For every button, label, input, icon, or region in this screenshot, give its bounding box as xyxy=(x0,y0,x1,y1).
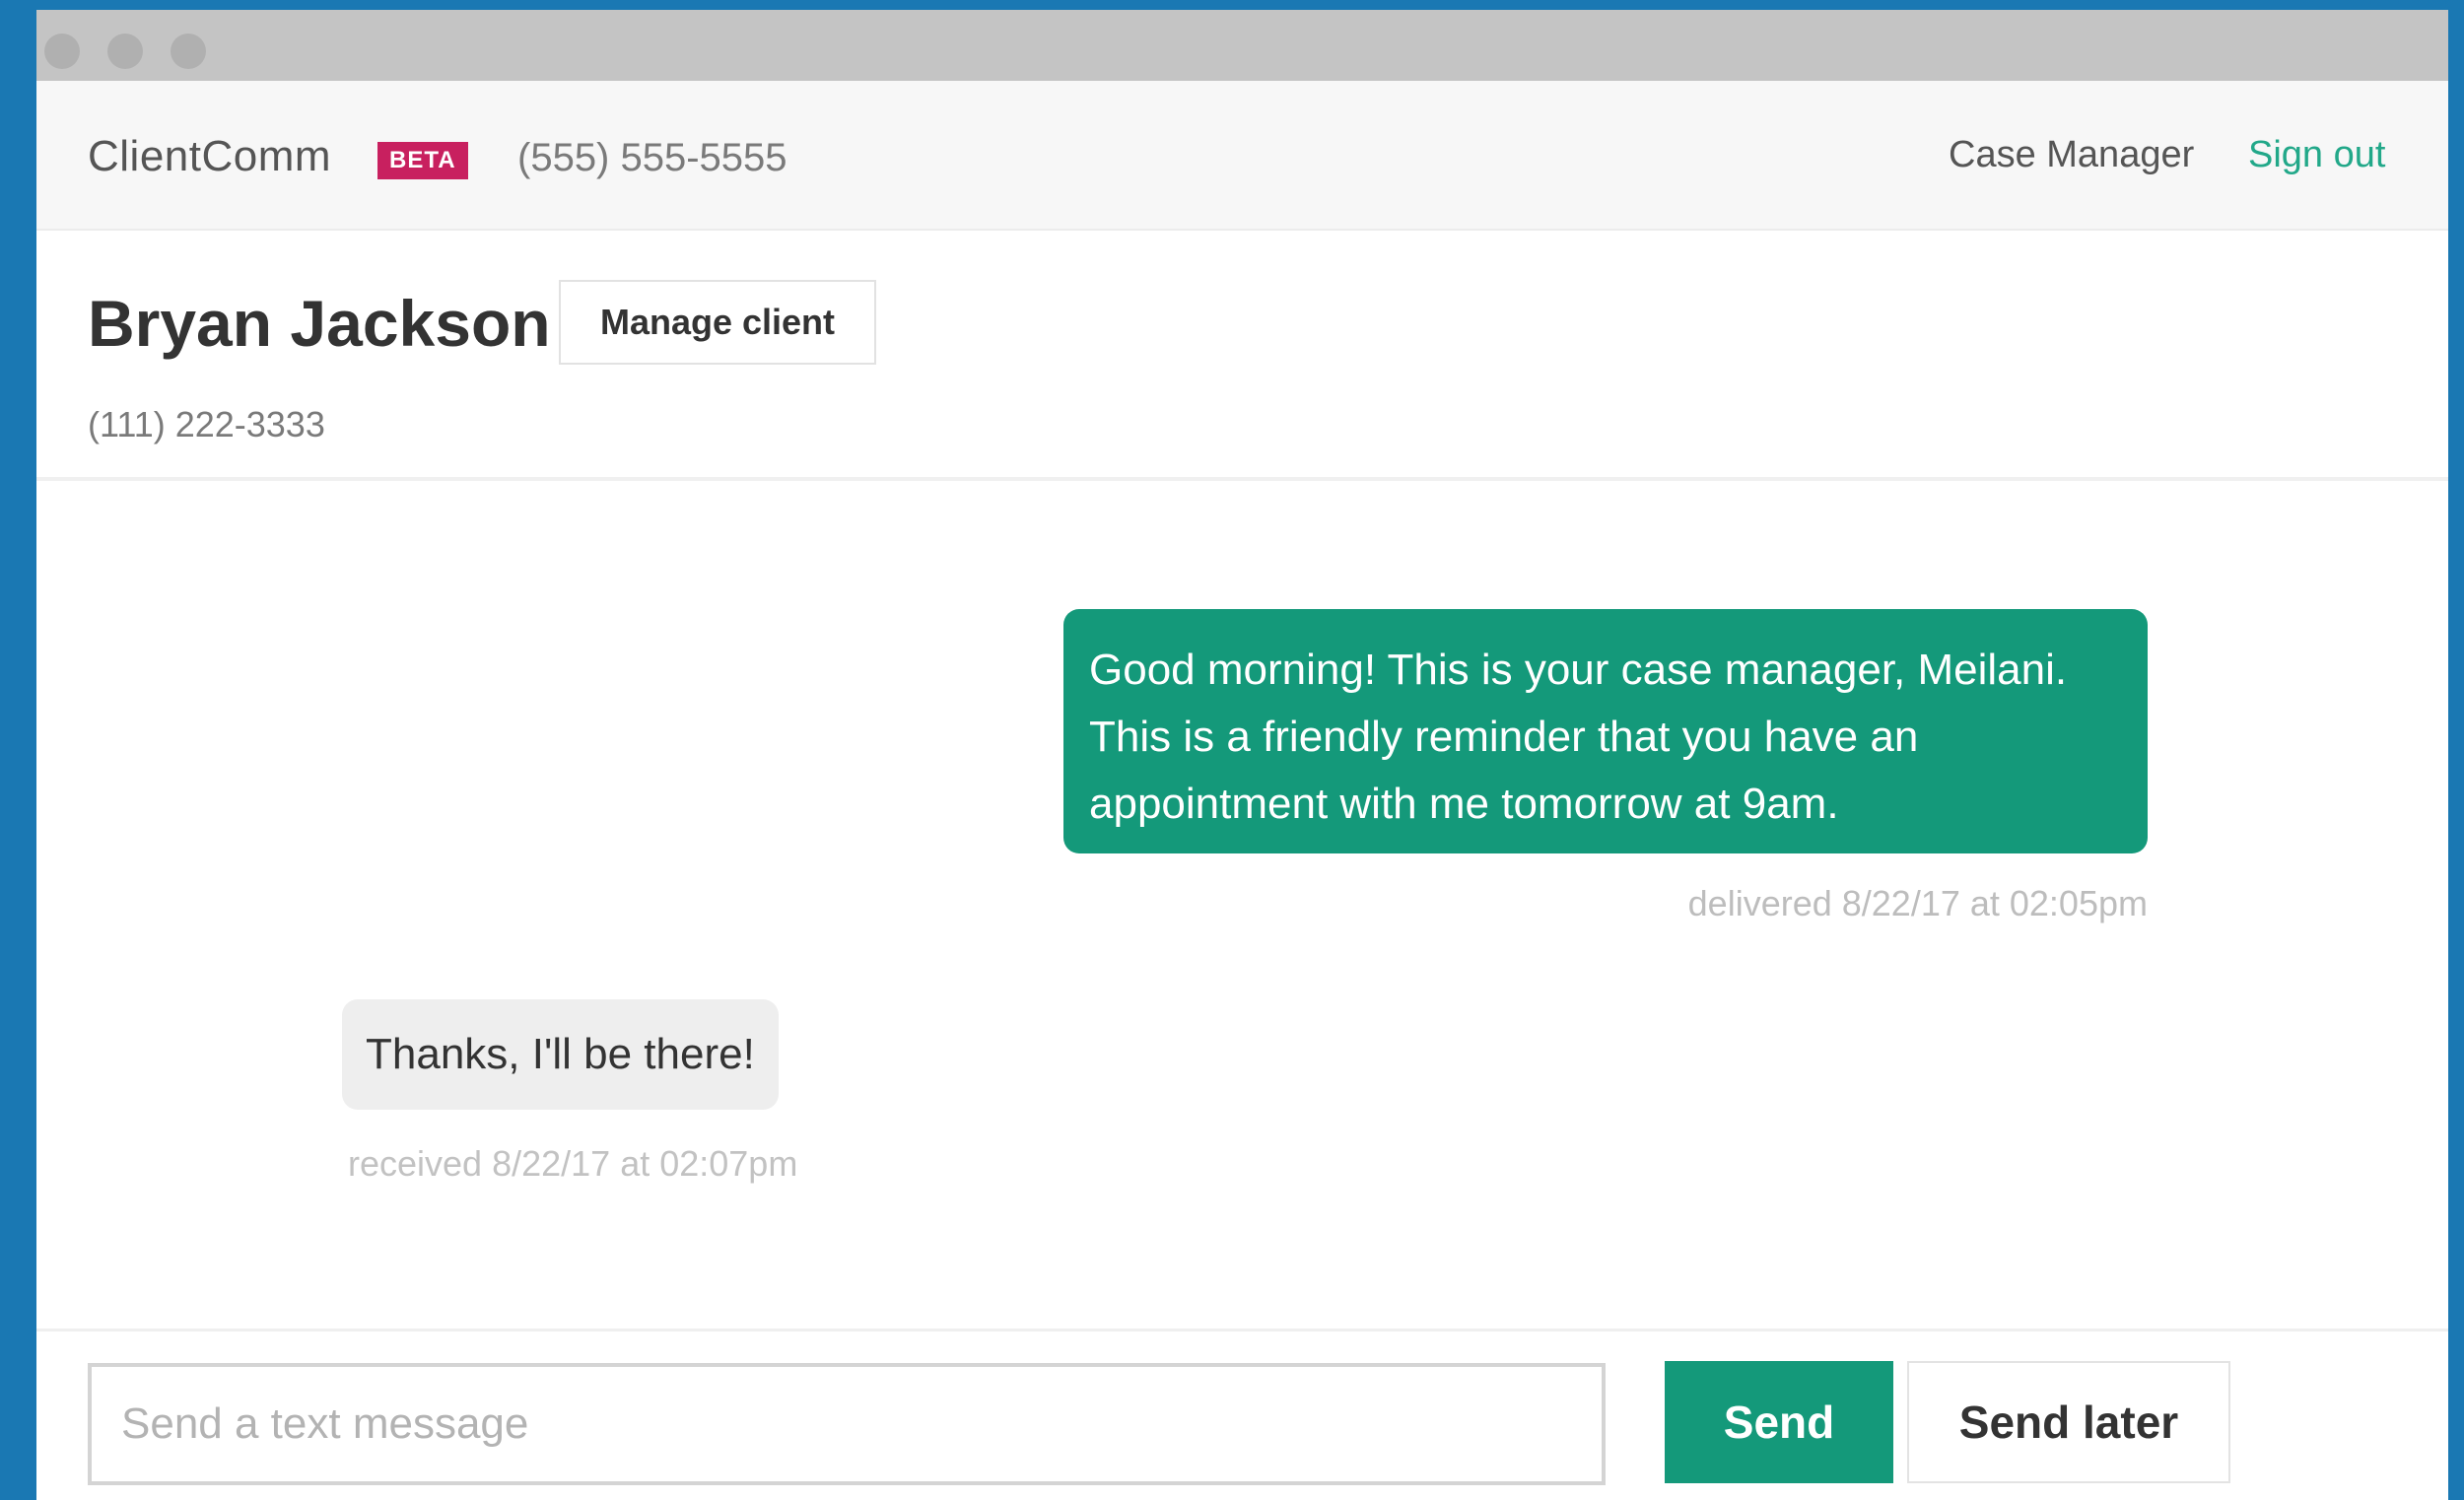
beta-badge: BETA xyxy=(377,142,468,179)
client-phone: (111) 222-3333 xyxy=(88,404,325,444)
minimize-window-icon[interactable] xyxy=(107,34,143,69)
message-status: received 8/22/17 at 02:07pm xyxy=(348,1143,798,1184)
manage-client-button[interactable]: Manage client xyxy=(559,280,876,365)
maximize-window-icon[interactable] xyxy=(171,34,206,69)
incoming-message-bubble: Thanks, I'll be there! xyxy=(342,999,779,1110)
sign-out-link[interactable]: Sign out xyxy=(2248,134,2385,176)
close-window-icon[interactable] xyxy=(44,34,80,69)
top-navbar: ClientComm BETA (555) 555-5555 Case Mana… xyxy=(36,81,2448,231)
message-status: delivered 8/22/17 at 02:05pm xyxy=(1687,883,2148,923)
client-header: Bryan Jackson Manage client (111) 222-33… xyxy=(36,229,2448,481)
send-button[interactable]: Send xyxy=(1665,1361,1893,1483)
message-composer: Send Send later xyxy=(36,1329,2448,1500)
window-titlebar xyxy=(36,10,2448,81)
outgoing-message-bubble: Good morning! This is your case manager,… xyxy=(1063,609,2148,853)
client-name: Bryan Jackson xyxy=(88,287,551,360)
org-phone-number: (555) 555-5555 xyxy=(517,136,787,179)
app-window: ClientComm BETA (555) 555-5555 Case Mana… xyxy=(36,10,2448,1500)
send-later-button[interactable]: Send later xyxy=(1907,1361,2230,1483)
app-name[interactable]: ClientComm xyxy=(88,132,331,181)
message-input[interactable] xyxy=(88,1363,1606,1485)
message-thread[interactable]: Good morning! This is your case manager,… xyxy=(36,481,2448,1329)
user-role: Case Manager xyxy=(1949,134,2195,175)
